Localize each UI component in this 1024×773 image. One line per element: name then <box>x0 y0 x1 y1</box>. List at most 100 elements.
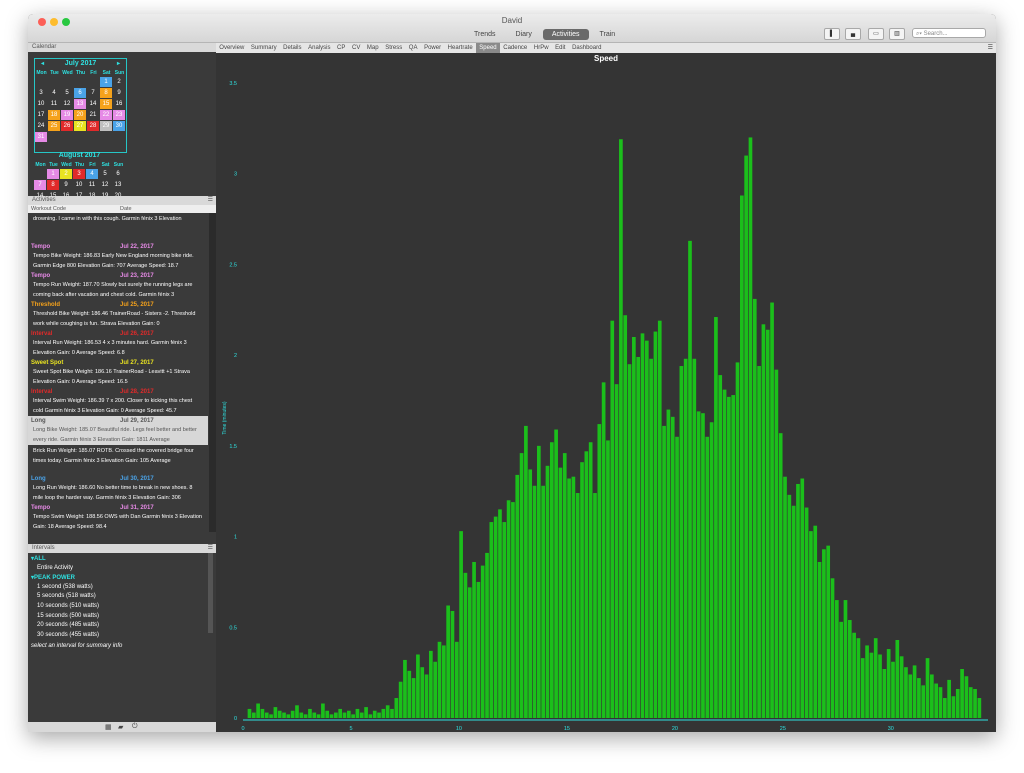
activity-row[interactable]: drowning. I came in with this cough. Gar… <box>28 213 208 242</box>
calendar-day[interactable]: 14 <box>87 99 99 109</box>
calendar-day[interactable]: 5 <box>61 88 73 98</box>
calendar-day[interactable]: 7 <box>34 180 46 190</box>
calendar-day[interactable]: 25 <box>48 121 60 131</box>
calendar-day[interactable]: 22 <box>100 110 112 120</box>
intervals-tree[interactable]: ▾ALL Entire Activity ▾PEAK POWER 1 second (… <box>28 553 216 642</box>
activity-row[interactable]: Sweet Spot Jul 27, 2017 Sweet Spot Bike We… <box>28 358 208 387</box>
power-icon[interactable]: ⏻ <box>132 723 138 731</box>
menu-icon[interactable]: ☰ <box>988 43 993 53</box>
activity-row[interactable]: Interval Jul 28, 2017 Interval Swim Weight… <box>28 387 208 416</box>
calendar-day[interactable]: 8 <box>100 88 112 98</box>
subtab-power[interactable]: Power <box>421 43 445 53</box>
menu-icon[interactable]: ☰ <box>208 196 213 205</box>
calendar-day[interactable]: 11 <box>86 180 98 190</box>
interval-item[interactable]: 20 seconds (485 watts) <box>37 622 99 628</box>
activity-row[interactable]: Brick Run Weight: 185.07 ROTB. Crossed t… <box>28 445 208 474</box>
activity-row[interactable]: Threshold Jul 25, 2017 Threshold Bike Weig… <box>28 300 208 329</box>
calendar-day[interactable]: 5 <box>99 169 111 179</box>
calendar-day[interactable]: 16 <box>113 99 125 109</box>
interval-item[interactable]: ▾ALL <box>31 555 46 562</box>
interval-item[interactable]: Entire Activity <box>37 565 73 571</box>
subtab-cv[interactable]: CV <box>349 43 364 53</box>
calendar-day[interactable]: 17 <box>35 110 47 120</box>
tab-trends[interactable]: Trends <box>465 29 505 40</box>
interval-item[interactable]: 1 second (538 watts) <box>37 584 93 590</box>
subtab-dashboard[interactable]: Dashboard <box>569 43 605 53</box>
col-workout-code[interactable]: Workout Code <box>31 205 66 213</box>
interval-item[interactable]: ▾PEAK POWER <box>31 574 75 581</box>
calendar-day[interactable]: 6 <box>74 88 86 98</box>
subtab-qa[interactable]: QA <box>406 43 421 53</box>
calendar-day[interactable]: 3 <box>35 88 47 98</box>
toggle-bottom-panel-icon[interactable]: ▄ <box>845 28 861 40</box>
activities-list[interactable]: drowning. I came in with this cough. Gar… <box>28 213 208 532</box>
subtab-heartrate[interactable]: Heartrate <box>444 43 476 53</box>
calendar-day[interactable]: 24 <box>35 121 47 131</box>
next-month-icon[interactable]: ▸ <box>117 59 120 69</box>
subtab-hrpw[interactable]: HrPw <box>531 43 552 53</box>
calendar-icon[interactable]: ▦ <box>105 723 112 731</box>
calendar-day[interactable]: 18 <box>48 110 60 120</box>
menu-icon[interactable]: ☰ <box>208 544 213 553</box>
subtab-map[interactable]: Map <box>364 43 382 53</box>
activity-row[interactable]: Long Jul 29, 2017 Long Bike Weight: 185.07… <box>28 416 208 445</box>
calendar-day[interactable]: 4 <box>86 169 98 179</box>
activities-scrollbar[interactable] <box>209 213 216 532</box>
interval-item[interactable]: 15 seconds (500 watts) <box>37 613 99 619</box>
tab-diary[interactable]: Diary <box>507 29 541 40</box>
subtab-analysis[interactable]: Analysis <box>305 43 334 53</box>
interval-item[interactable]: 30 seconds (455 watts) <box>37 632 99 638</box>
layout-single-icon[interactable]: ▭ <box>868 28 884 40</box>
calendar-day[interactable]: 13 <box>112 180 124 190</box>
calendar-day[interactable]: 23 <box>113 110 125 120</box>
calendar-day[interactable]: 15 <box>100 99 112 109</box>
tab-train[interactable]: Train <box>591 29 625 40</box>
calendar-day[interactable]: 1 <box>47 169 59 179</box>
tab-activities[interactable]: Activities <box>542 29 589 40</box>
toggle-sidebar-icon[interactable]: ▌ <box>824 28 840 40</box>
activity-row[interactable]: Tempo Jul 23, 2017 Tempo Run Weight: 187.7… <box>28 271 208 300</box>
subtab-cadence[interactable]: Cadence <box>500 43 531 53</box>
calendar-day[interactable]: 10 <box>73 180 85 190</box>
calendar-day[interactable]: 27 <box>74 121 86 131</box>
subtab-edit[interactable]: Edit <box>552 43 569 53</box>
col-date[interactable]: Date <box>120 205 132 213</box>
activity-row[interactable]: Long Jul 30, 2017 Long Run Weight: 186.60 … <box>28 474 208 503</box>
calendar-day[interactable]: 31 <box>35 132 47 142</box>
activity-row[interactable]: Tempo Jul 31, 2017 Tempo Swim Weight: 188.… <box>28 503 208 532</box>
subtab-speed[interactable]: Speed <box>475 43 500 53</box>
calendar-day[interactable]: 2 <box>60 169 72 179</box>
calendar-day[interactable]: 4 <box>48 88 60 98</box>
interval-item[interactable]: 10 seconds (510 watts) <box>37 603 99 609</box>
calendar-day[interactable]: 12 <box>61 99 73 109</box>
calendar-day[interactable]: 13 <box>74 99 86 109</box>
calendar-day[interactable]: 2 <box>113 77 125 87</box>
calendar-day[interactable]: 9 <box>60 180 72 190</box>
calendar-day[interactable]: 3 <box>73 169 85 179</box>
activity-row[interactable]: Tempo Jul 22, 2017 Tempo Bike Weight: 186.… <box>28 242 208 271</box>
subtab-stress[interactable]: Stress <box>382 43 406 53</box>
intervals-scrollbar[interactable] <box>208 553 213 633</box>
subtab-summary[interactable]: Summary <box>248 43 280 53</box>
calendar-day[interactable]: 1 <box>100 77 112 87</box>
calendar-day[interactable]: 10 <box>35 99 47 109</box>
prev-month-icon[interactable]: ◂ <box>41 59 44 69</box>
subtab-overview[interactable]: Overview <box>216 43 248 53</box>
interval-item[interactable]: 5 seconds (518 watts) <box>37 593 96 599</box>
activity-row[interactable]: Interval Jul 26, 2017 Interval Run Weight:… <box>28 329 208 358</box>
calendar-day[interactable]: 30 <box>113 121 125 131</box>
calendar-day[interactable]: 21 <box>87 110 99 120</box>
calendar-day[interactable]: 19 <box>61 110 73 120</box>
layout-tiled-icon[interactable]: ▥ <box>889 28 905 40</box>
search-input[interactable]: ⌕▾ Search... <box>912 28 986 38</box>
calendar-day[interactable]: 8 <box>47 180 59 190</box>
calendar-day[interactable]: 26 <box>61 121 73 131</box>
calendar-day[interactable]: 11 <box>48 99 60 109</box>
subtab-details[interactable]: Details <box>280 43 305 53</box>
calendar-day[interactable]: 7 <box>87 88 99 98</box>
calendar-day[interactable]: 28 <box>87 121 99 131</box>
subtab-cp[interactable]: CP <box>334 43 349 53</box>
calendar-day[interactable]: 6 <box>112 169 124 179</box>
calendar-day[interactable]: 9 <box>113 88 125 98</box>
calendar-day[interactable]: 12 <box>99 180 111 190</box>
